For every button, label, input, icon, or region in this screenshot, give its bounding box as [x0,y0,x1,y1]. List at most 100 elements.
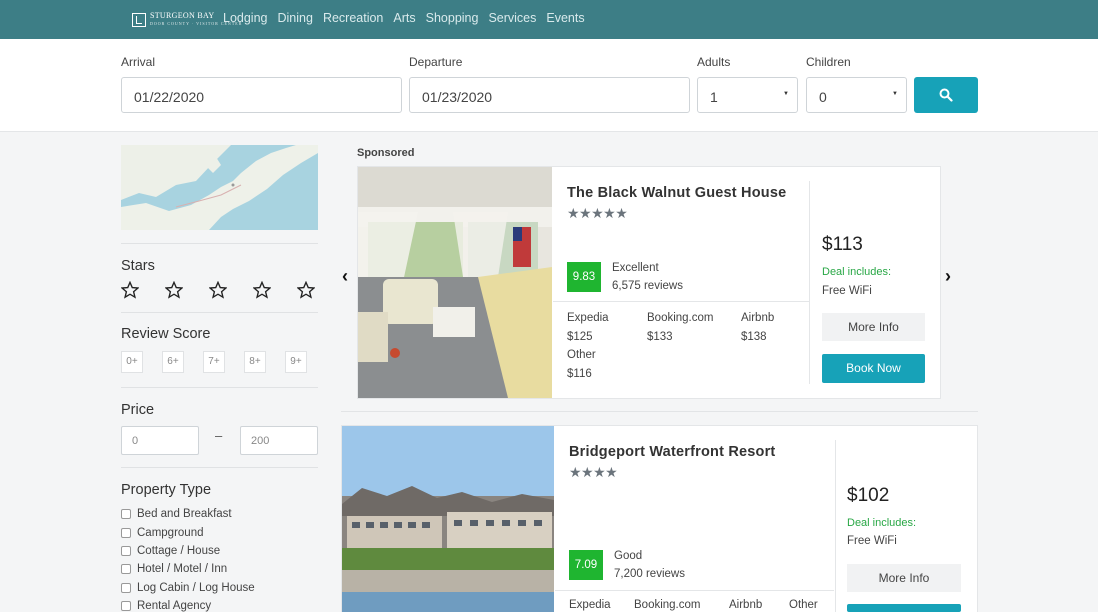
price-min-input[interactable]: 0 [121,426,199,455]
hotel-name[interactable]: Bridgeport Waterfront Resort [569,444,775,460]
ota-site-booking[interactable]: Booking.com [634,596,700,612]
review-score-title: Review Score [121,326,211,342]
stars-filter-title: Stars [121,258,155,274]
star-filter-1-icon[interactable] [121,281,139,299]
review-filter-7[interactable]: 7+ [203,351,225,373]
ota-price-expedia[interactable]: Expedia $125 [567,309,609,346]
ota-price: $133 [647,330,673,343]
ota-site-expedia[interactable]: Expedia [569,596,611,612]
ota-site-other[interactable]: Other [789,596,818,612]
review-score-badge: 9.83 [567,262,601,292]
ota-price-booking[interactable]: Booking.com $133 [647,309,713,346]
logo-mark-icon [132,13,146,27]
ota-site-airbnb[interactable]: Airbnb [729,596,762,612]
book-now-button[interactable]: Book Now [822,354,925,383]
review-filter-6[interactable]: 6+ [162,351,184,373]
property-type-campground[interactable]: Campground [121,526,203,540]
card-divider [555,590,834,591]
deal-label: Deal includes: [822,266,892,278]
property-type-label: Rental Agency [137,600,212,612]
card-divider-vertical [809,181,810,384]
departure-date-input[interactable]: 01/23/2020 [409,77,690,113]
star-filter-5-icon[interactable] [297,281,315,299]
review-count[interactable]: 6,575 reviews [612,280,683,292]
sponsored-label: Sponsored [357,147,415,159]
star-filter-4-icon[interactable] [253,281,271,299]
property-type-title: Property Type [121,482,212,498]
sidebar-divider [121,312,318,313]
ota-site: Airbnb [741,312,775,324]
arrival-date-input[interactable]: 01/22/2020 [121,77,402,113]
checkbox[interactable] [121,564,131,574]
caret-down-icon: ▼ [892,91,898,97]
more-info-button[interactable]: More Info [822,313,925,341]
checkbox[interactable] [121,528,131,538]
property-type-label: Bed and Breakfast [137,508,232,520]
property-type-label: Log Cabin / Log House [137,582,255,594]
nav-item-shopping[interactable]: Shopping [426,11,479,25]
more-info-button[interactable]: More Info [847,564,961,592]
departure-label: Departure [409,55,463,69]
checkbox[interactable] [121,601,131,611]
logo-title: STURGEON BAY [150,11,215,20]
children-label: Children [806,55,851,69]
property-type-hotel-motel-inn[interactable]: Hotel / Motel / Inn [121,562,227,576]
star-filter-3-icon[interactable] [209,281,227,299]
price-max-input[interactable]: 200 [240,426,318,455]
property-type-label: Hotel / Motel / Inn [137,563,228,575]
ota-site: Expedia [567,312,609,324]
ota-price: $116 [567,367,592,380]
sidebar-divider [121,387,318,388]
top-navigation: STURGEON BAY DOOR COUNTY · VISITOR CENTE… [0,0,1098,39]
ota-price-airbnb[interactable]: Airbnb $138 [741,309,774,346]
listing-separator [341,411,978,412]
best-price: $113 [822,234,863,255]
nav-menu: Lodging Dining Recreation Arts Shopping … [223,11,595,25]
best-price: $102 [847,485,890,506]
adults-select[interactable]: 1 ▼ [697,77,798,113]
price-filter-title: Price [121,402,155,418]
hotel-photo-porch[interactable] [358,167,552,398]
hotel-photo-waterfront[interactable] [342,426,554,612]
property-type-log-cabin[interactable]: Log Cabin / Log House [121,581,255,595]
ota-price: $138 [741,330,767,343]
review-filter-8[interactable]: 8+ [244,351,266,373]
children-select[interactable]: 0 ▼ [806,77,907,113]
nav-item-arts[interactable]: Arts [393,11,415,25]
property-type-label: Cottage / House [137,545,221,557]
review-count[interactable]: 7,200 reviews [614,568,685,580]
nav-item-recreation[interactable]: Recreation [323,11,383,25]
checkbox[interactable] [121,509,131,519]
carousel-next-icon[interactable]: › [945,266,951,287]
children-value: 0 [819,89,827,105]
nav-item-dining[interactable]: Dining [278,11,313,25]
waterfront-photo-image [342,426,554,612]
adults-label: Adults [697,55,731,69]
deal-label: Deal includes: [847,517,917,529]
review-filter-9[interactable]: 9+ [285,351,307,373]
book-now-button[interactable] [847,604,961,612]
arrival-label: Arrival [121,55,156,69]
adults-value: 1 [710,89,718,105]
hotel-star-rating: ★★★★★ [567,205,628,221]
ota-price-other[interactable]: Other $116 [567,346,596,383]
review-score-badge: 7.09 [569,550,603,580]
property-type-cottage-house[interactable]: Cottage / House [121,544,220,558]
hotel-name[interactable]: The Black Walnut Guest House [567,185,786,201]
star-filter-2-icon[interactable] [165,281,183,299]
search-button[interactable] [914,77,978,113]
deal-item: Free WiFi [847,535,897,547]
property-type-rental-agency[interactable]: Rental Agency [121,599,211,612]
deal-item: Free WiFi [822,285,872,297]
checkbox[interactable] [121,546,131,556]
nav-item-lodging[interactable]: Lodging [223,11,268,25]
carousel-prev-icon[interactable]: ‹ [342,266,348,287]
nav-item-events[interactable]: Events [546,11,584,25]
checkbox[interactable] [121,583,131,593]
location-map[interactable] [121,145,318,230]
review-filter-0[interactable]: 0+ [121,351,143,373]
hotel-star-rating: ★★★★ [569,464,618,480]
nav-item-services[interactable]: Services [488,11,536,25]
porch-photo-image [358,167,552,398]
property-type-bed-breakfast[interactable]: Bed and Breakfast [121,507,232,521]
